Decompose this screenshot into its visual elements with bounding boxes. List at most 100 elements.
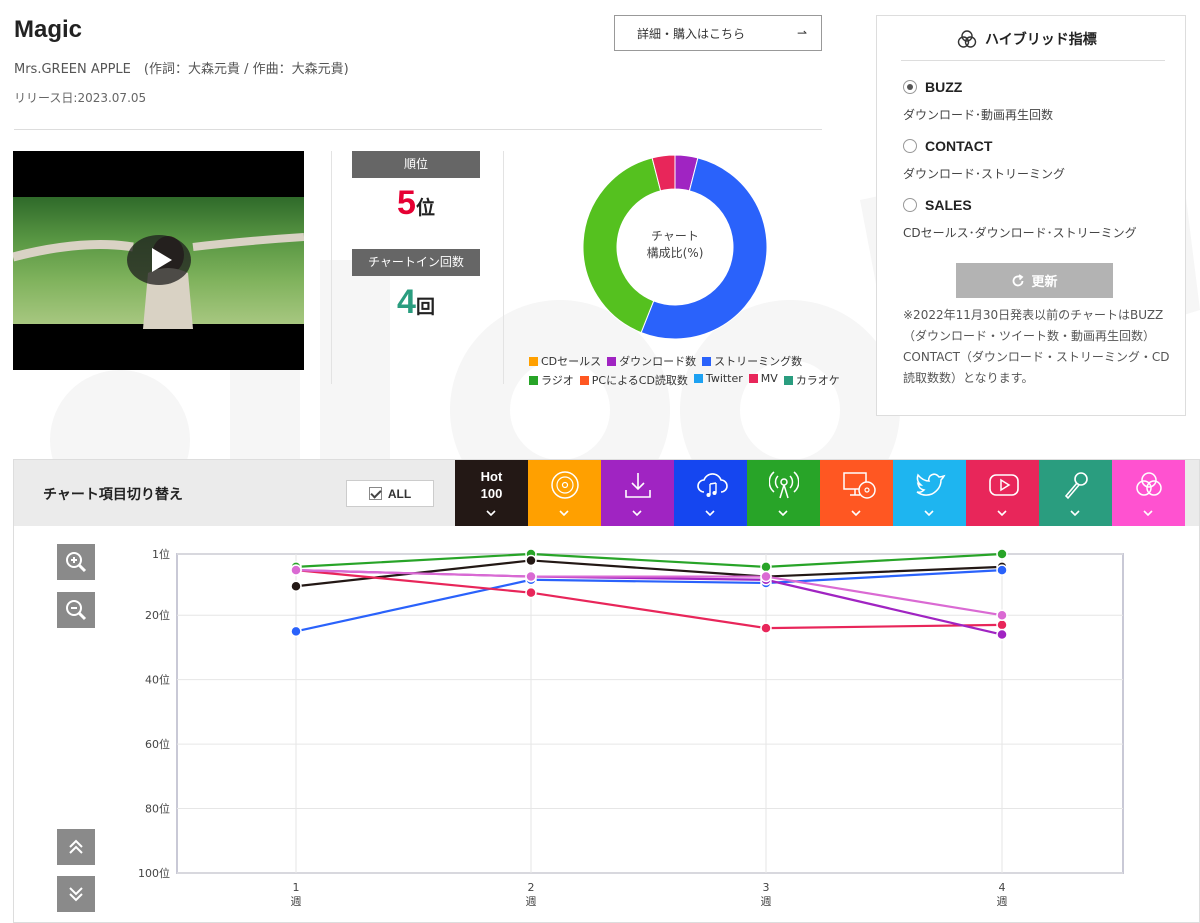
video-play-icon — [989, 474, 1019, 496]
legend-swatch — [693, 374, 703, 383]
tab-mv[interactable] — [966, 460, 1039, 526]
microphone-icon — [1064, 472, 1088, 500]
chevron-down-icon — [851, 510, 861, 516]
chartin-value: 4回 — [352, 283, 480, 322]
legend-label: PCによるCD読取数 — [591, 374, 688, 387]
legend-swatch — [529, 376, 538, 385]
pc-disc-icon — [843, 472, 876, 499]
data-point[interactable] — [996, 619, 1008, 631]
data-point[interactable] — [290, 580, 302, 592]
chevron-down-icon — [924, 510, 934, 516]
x-tick-unit: 週 — [291, 895, 302, 908]
legend-label: ダウンロード数 — [619, 355, 697, 368]
refresh-button[interactable]: 更新 — [956, 263, 1113, 298]
option-buzz[interactable]: BUZZ — [903, 79, 962, 95]
chevron-down-icon — [705, 510, 715, 516]
hybrid-header: ハイブリッド指標 — [957, 29, 1097, 49]
rank-label: 順位 — [352, 151, 480, 178]
data-point[interactable] — [525, 586, 537, 599]
hybrid-title: ハイブリッド指標 — [985, 32, 1097, 48]
song-title: Magic — [14, 16, 83, 43]
y-tick-label: 80位 — [145, 802, 170, 816]
option-sales-desc: CDセールス･ダウンロード･ストリーミング — [903, 226, 1137, 240]
divider — [331, 151, 332, 384]
legend-label: MV — [760, 372, 778, 385]
chart-switch-label: チャート項目切り替え — [43, 487, 183, 503]
data-point[interactable] — [996, 564, 1008, 576]
option-contact[interactable]: CONTACT — [903, 138, 992, 154]
tab-hot100[interactable]: Hot 100 — [455, 460, 528, 526]
tab-download[interactable] — [601, 460, 674, 526]
legend-label: カラオケ — [795, 374, 840, 387]
x-tick-unit: 週 — [997, 895, 1008, 908]
data-point[interactable] — [996, 609, 1008, 621]
radio-buzz[interactable] — [903, 80, 917, 94]
donut-center-line2: 構成比(%) — [646, 246, 704, 260]
data-point[interactable] — [996, 628, 1008, 641]
radio-contact[interactable] — [903, 139, 917, 153]
chart-section: チャート項目切り替え ALL Hot 100 1位 20位 40位 60位 80… — [13, 459, 1200, 923]
x-tick-unit: 週 — [761, 895, 772, 908]
legend-item: ストリーミング数 — [702, 353, 802, 369]
play-icon — [152, 248, 172, 272]
chevron-down-icon — [486, 510, 496, 516]
tab-pc-cd-read[interactable] — [820, 460, 893, 526]
tab-cd-sales[interactable] — [528, 460, 601, 526]
option-contact-label: CONTACT — [925, 138, 993, 154]
all-toggle[interactable]: ALL — [346, 480, 434, 507]
radio-sales[interactable] — [903, 198, 917, 212]
legend-item: Twitter — [693, 372, 743, 388]
detail-purchase-button[interactable]: 詳細・購入はこちら ⇀ — [614, 15, 822, 51]
data-point[interactable] — [525, 554, 537, 567]
detail-purchase-label: 詳細・購入はこちら — [637, 26, 746, 41]
refresh-icon — [1013, 273, 1024, 286]
donut-center-label: チャート 構成比(%) — [615, 228, 735, 262]
rank-number: 5 — [397, 184, 416, 222]
chevron-down-icon — [1143, 510, 1153, 516]
release-date: リリース日:2023.07.05 — [14, 91, 147, 105]
hybrid-icon — [957, 30, 977, 48]
data-point[interactable] — [996, 548, 1008, 560]
radio-tower-icon — [769, 471, 799, 499]
legend-item: ダウンロード数 — [607, 353, 696, 369]
hybrid-index-panel: ハイブリッド指標 BUZZ ダウンロード･動画再生回数 CONTACT ダウンロ… — [876, 15, 1186, 416]
cloud-music-icon — [697, 473, 728, 497]
legend-label: ラジオ — [541, 374, 574, 387]
data-point[interactable] — [290, 564, 302, 576]
rank-value: 5位 — [352, 184, 480, 223]
legend-swatch — [579, 376, 589, 385]
data-point[interactable] — [760, 622, 772, 634]
option-sales-label: SALES — [925, 197, 972, 213]
option-sales[interactable]: SALES — [903, 197, 972, 213]
data-point[interactable] — [760, 570, 772, 583]
chartin-label: チャートイン回数 — [352, 249, 480, 276]
tab-radio[interactable] — [747, 460, 820, 526]
legend-item: CDセールス — [529, 353, 601, 369]
hybrid-icon — [1136, 472, 1162, 496]
divider — [503, 151, 504, 384]
tab-twitter[interactable] — [893, 460, 966, 526]
arrow-right-icon: ⇀ — [796, 26, 807, 40]
y-tick-label: 100位 — [138, 866, 170, 880]
data-point[interactable] — [290, 625, 302, 638]
option-contact-desc: ダウンロード･ストリーミング — [903, 167, 1066, 181]
tab-hybrid[interactable] — [1112, 460, 1185, 526]
legend-swatch — [748, 374, 758, 383]
option-buzz-desc: ダウンロード･動画再生回数 — [903, 108, 1054, 122]
divider — [901, 60, 1165, 61]
chevron-down-icon — [1070, 510, 1080, 516]
data-point[interactable] — [760, 561, 772, 573]
tab-streaming[interactable] — [674, 460, 747, 526]
x-tick-label: 3 — [763, 881, 770, 894]
checkbox-icon — [368, 487, 382, 500]
hybrid-note: ※2022年11月30日発表以前のチャートはBUZZ（ダウンロード・ツイート数・… — [903, 308, 1170, 385]
hot100-label-line2: 100 — [480, 486, 503, 501]
composition-legend-row1: CDセールス ダウンロード数 ストリーミング数 — [529, 353, 849, 369]
x-tick-unit: 週 — [526, 895, 537, 908]
divider — [14, 129, 822, 130]
data-point[interactable] — [525, 570, 537, 583]
option-buzz-label: BUZZ — [925, 79, 963, 95]
hot100-label-line1: Hot — [480, 469, 503, 484]
disc-icon — [551, 471, 579, 499]
tab-karaoke[interactable] — [1039, 460, 1112, 526]
